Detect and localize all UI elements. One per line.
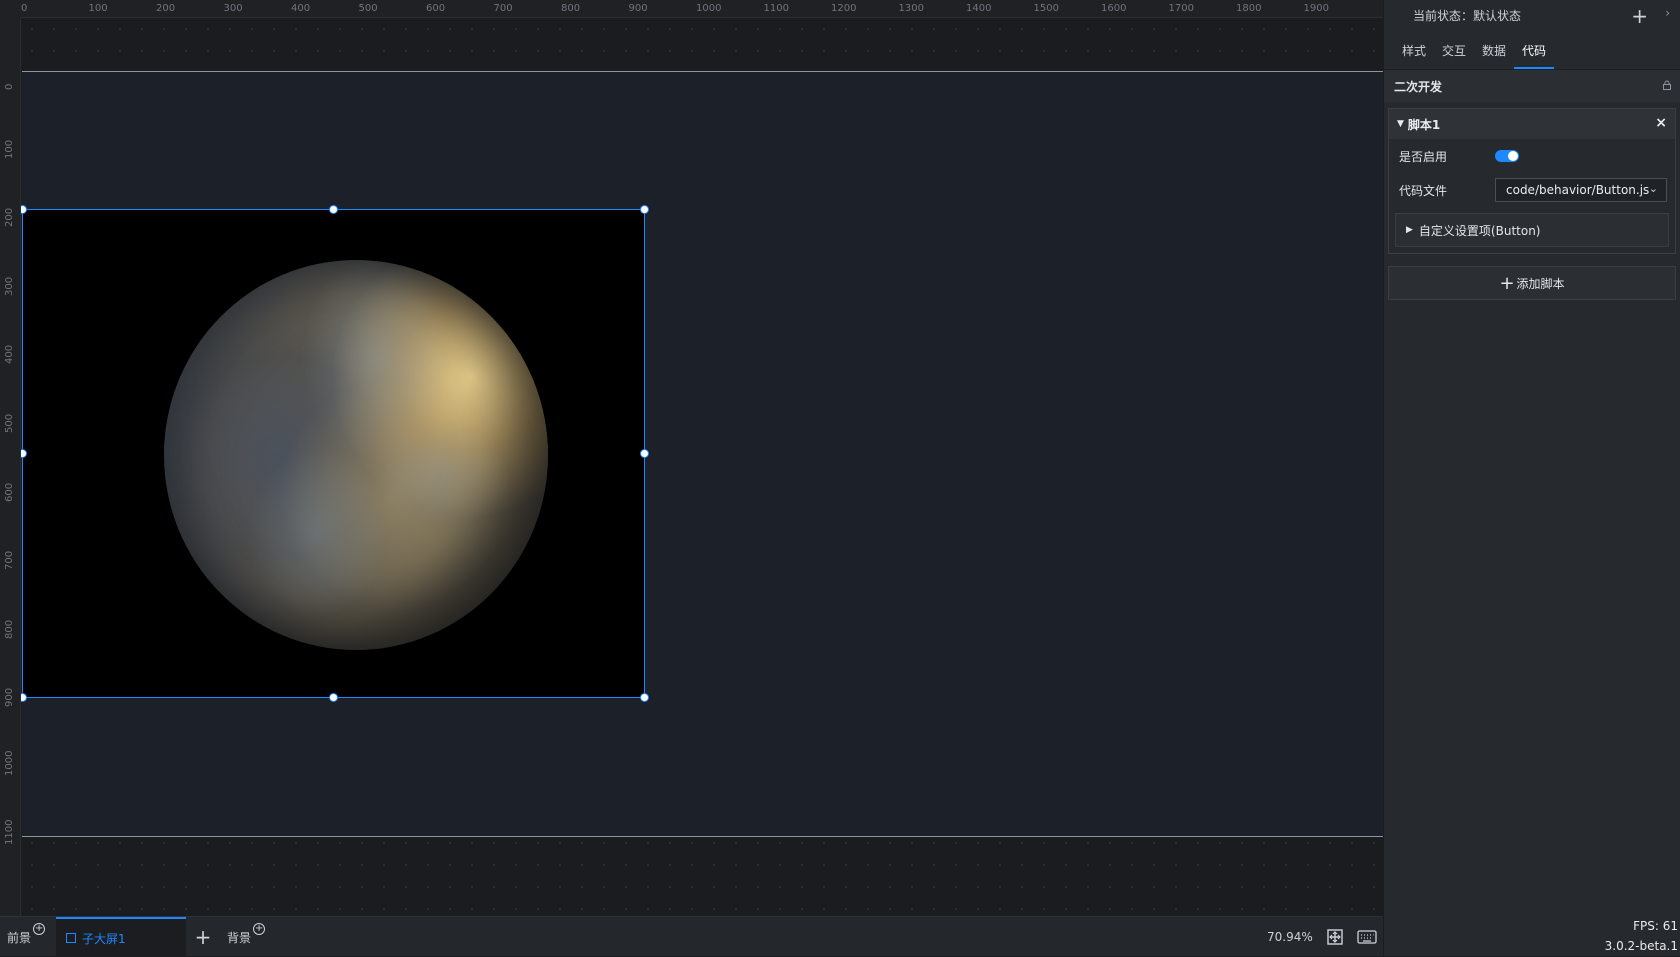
- resize-handle-right[interactable]: [640, 449, 649, 458]
- ruler-tick-label: 0: [21, 3, 28, 14]
- layer-tabs-bar: 前景 + 子大屏1 + 背景 + 70.94%: [0, 916, 1383, 957]
- ruler-tick-label: 800: [4, 619, 15, 639]
- ruler-tick-label: 300: [223, 3, 243, 14]
- background-tab[interactable]: 背景 +: [227, 917, 275, 957]
- ruler-tick-label: 800: [561, 3, 581, 14]
- keyboard-icon[interactable]: [1354, 926, 1380, 948]
- lock-icon[interactable]: [1662, 80, 1672, 90]
- ruler-tick-label: 1500: [1033, 3, 1059, 14]
- tab-data[interactable]: 数据: [1474, 42, 1514, 69]
- plus-icon: +: [1499, 272, 1515, 294]
- ruler-tick-label: 1600: [1101, 3, 1127, 14]
- code-file-value: code/behavior/Button.js: [1506, 183, 1650, 197]
- ruler-tick-label: 1000: [696, 3, 722, 14]
- ruler-tick-label: 500: [4, 413, 15, 433]
- caret-down-icon[interactable]: ▼: [1397, 119, 1404, 129]
- ruler-tick-label: 0: [4, 83, 15, 90]
- close-icon[interactable]: ×: [1655, 115, 1667, 131]
- custom-settings-collapsible[interactable]: ▶ 自定义设置项(Button): [1395, 213, 1669, 247]
- child-screen-tab[interactable]: 子大屏1: [56, 917, 186, 957]
- ruler-tick-label: 700: [493, 3, 513, 14]
- fit-screen-icon[interactable]: [1324, 926, 1346, 948]
- ruler-tick-label: 1200: [831, 3, 857, 14]
- ruler-tick-label: 400: [4, 345, 15, 365]
- ruler-corner: [0, 0, 21, 18]
- section-title: 二次开发: [1394, 79, 1443, 94]
- panel-tabs: 样式 交互 数据 代码: [1384, 30, 1680, 70]
- script-card: ▼ 脚本1 × 是否启用 代码文件 code/behavior/Button.j…: [1388, 108, 1676, 254]
- current-state-label[interactable]: 当前状态：默认状态: [1413, 7, 1521, 24]
- script-header[interactable]: ▼ 脚本1 ×: [1389, 109, 1675, 139]
- ruler-horizontal[interactable]: 0 100 200 300 400 500 600 700 800 900 1000 1100 1200…: [21, 0, 1383, 18]
- add-screen-button[interactable]: +: [191, 917, 215, 957]
- foreground-label: 前景: [7, 930, 32, 945]
- ruler-tick-label: 300: [4, 276, 15, 296]
- ruler-tick-label: 1800: [1236, 3, 1262, 14]
- enabled-row: 是否启用: [1389, 139, 1675, 173]
- fps-readout: FPS: 61: [1633, 919, 1678, 933]
- ruler-tick-label: 1400: [966, 3, 992, 14]
- version-label: 3.0.2-beta.1: [1604, 939, 1678, 953]
- background-label: 背景: [227, 930, 252, 945]
- tab-style[interactable]: 样式: [1394, 42, 1434, 69]
- ruler-tick-label: 100: [4, 139, 15, 159]
- script-title: 脚本1: [1407, 117, 1441, 132]
- ruler-tick-label: 1900: [1303, 3, 1329, 14]
- add-background-icon[interactable]: +: [253, 923, 266, 935]
- tab-interaction[interactable]: 交互: [1434, 42, 1474, 69]
- ruler-tick-label: 600: [426, 3, 446, 14]
- state-bar: 当前状态：默认状态 + ›: [1384, 0, 1680, 30]
- ruler-tick-label: 200: [4, 208, 15, 228]
- zoom-level[interactable]: 70.94%: [1267, 930, 1313, 944]
- chevron-right-icon[interactable]: ›: [1665, 6, 1670, 20]
- child-screen-label: 子大屏1: [82, 931, 126, 946]
- ruler-tick-label: 900: [628, 3, 648, 14]
- chevron-down-icon: ⌄: [1648, 182, 1658, 195]
- ruler-tick-label: 1700: [1168, 3, 1194, 14]
- foreground-tab[interactable]: 前景 +: [7, 917, 53, 957]
- code-file-row: 代码文件 code/behavior/Button.js ⌄: [1389, 173, 1675, 207]
- enabled-toggle[interactable]: [1495, 150, 1519, 162]
- secondary-dev-section: 二次开发: [1384, 70, 1680, 102]
- caret-right-icon: ▶: [1406, 225, 1413, 235]
- ruler-tick-label: 200: [156, 3, 176, 14]
- ruler-vertical[interactable]: 0 100 200 300 400 500 600 700 800 900 1000 1100: [0, 18, 21, 916]
- ruler-tick-label: 1300: [898, 3, 924, 14]
- earth-globe-image: [164, 260, 548, 650]
- add-script-button[interactable]: + 添加脚本: [1388, 266, 1676, 300]
- tab-code[interactable]: 代码: [1514, 42, 1555, 69]
- resize-handle-top-right[interactable]: [640, 205, 649, 214]
- ruler-tick-label: 1100: [4, 819, 15, 845]
- ruler-tick-label: 1000: [4, 750, 15, 776]
- add-foreground-icon[interactable]: +: [33, 923, 46, 935]
- screen-icon: [66, 933, 76, 943]
- code-file-select[interactable]: code/behavior/Button.js ⌄: [1495, 178, 1667, 202]
- plus-icon: +: [194, 925, 212, 949]
- resize-handle-bottom-right[interactable]: [640, 693, 649, 702]
- ruler-tick-label: 1100: [763, 3, 789, 14]
- ruler-tick-label: 400: [291, 3, 311, 14]
- globe-widget[interactable]: [22, 209, 645, 698]
- ruler-tick-label: 600: [4, 482, 15, 502]
- ruler-tick-label: 900: [4, 688, 15, 708]
- ruler-tick-label: 700: [4, 551, 15, 571]
- code-file-label: 代码文件: [1399, 183, 1448, 198]
- add-state-icon[interactable]: +: [1631, 4, 1648, 28]
- resize-handle-bottom[interactable]: [329, 693, 338, 702]
- status-footer: FPS: 61 3.0.2-beta.1: [1605, 916, 1680, 956]
- add-script-label: 添加脚本: [1516, 276, 1565, 291]
- enabled-label: 是否启用: [1399, 149, 1448, 164]
- ruler-tick-label: 500: [358, 3, 378, 14]
- custom-settings-label: 自定义设置项(Button): [1418, 223, 1541, 238]
- ruler-tick-label: 100: [88, 3, 108, 14]
- properties-panel: 当前状态：默认状态 + › 样式 交互 数据 代码 二次开发 ▼ 脚本1 × 是…: [1383, 0, 1680, 956]
- editor-canvas[interactable]: 0 100 200 300 400 500 600 700 800 900 1000 1100 1200…: [0, 0, 1383, 916]
- resize-handle-top[interactable]: [329, 205, 338, 214]
